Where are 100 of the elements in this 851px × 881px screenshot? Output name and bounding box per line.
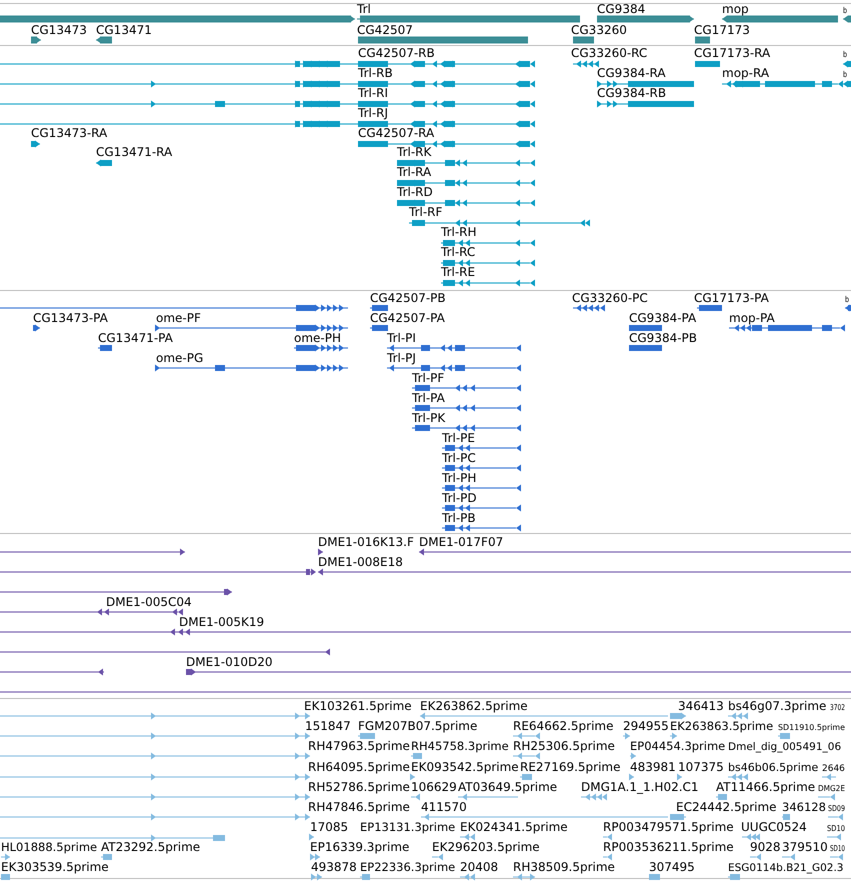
feature-label: Trl-PC	[442, 451, 476, 465]
feature-label: CG33260	[571, 23, 627, 37]
feature-label: 2646	[822, 764, 845, 774]
feature-label: Trl-RJ	[358, 106, 388, 120]
feature-label: DME1-016K13.F	[318, 535, 414, 549]
feature-label: CG17173-PA	[694, 291, 769, 305]
feature-label: HL01888.5prime	[1, 840, 98, 854]
feature-label: SD10	[827, 824, 848, 833]
feature-label: DMG2E	[818, 784, 848, 793]
feature-label: Dmel_dig_005491_06	[728, 741, 842, 753]
feature-label: CG13471-RA	[96, 145, 172, 159]
feature-label: CG13471-PA	[98, 331, 173, 345]
feature-label: b	[843, 6, 848, 15]
feature-label: RH52786.5prime	[308, 780, 410, 794]
feature-label: CG42507-PB	[370, 291, 446, 305]
feature-label: EK103261.5prime	[304, 699, 412, 713]
feature-label: Trl-RA	[397, 165, 432, 179]
feature-label: Trl-RH	[441, 225, 477, 239]
feature-label: AT11466.5prime	[716, 780, 816, 794]
feature-label: RH45758.3prime	[411, 739, 509, 753]
feature-label: EK263862.5prime	[420, 699, 528, 713]
feature-label: 493878	[311, 860, 357, 874]
feature-label: 307495	[649, 860, 695, 874]
feature-label: CG9384	[597, 2, 646, 16]
feature-label: Trl-PD	[442, 491, 477, 505]
feature-label: Trl-PF	[412, 371, 444, 385]
feature-label: Trl-PA	[412, 391, 445, 405]
feature-label: 483981	[630, 760, 676, 774]
feature-label: CG33260-PC	[572, 291, 648, 305]
feature-label: RH64095.5prime	[308, 760, 410, 774]
feature-label: CG42507-PA	[370, 311, 445, 325]
feature-label: DME1-005K19	[179, 615, 264, 629]
feature-label: EK303539.5prime	[1, 860, 109, 874]
feature-label: Trl-RD	[397, 185, 433, 199]
feature-label: AT03649.5prime	[458, 780, 558, 794]
feature-label: EP22336.3prime	[360, 860, 456, 874]
feature-label: CG9384-PA	[629, 311, 696, 325]
feature-label: b	[843, 50, 848, 59]
feature-label: b	[843, 70, 848, 79]
feature-label: 106629	[411, 780, 457, 794]
feature-label: EC24442.5prime	[676, 800, 777, 814]
feature-label: CG13473	[31, 23, 87, 37]
feature-label: RE27169.5prime	[520, 760, 620, 774]
feature-label: CG9384-PB	[629, 331, 698, 345]
feature-label: DME1-010D20	[186, 655, 273, 669]
feature-label: 17085	[310, 820, 348, 834]
feature-label: Trl-RK	[397, 145, 432, 159]
feature-label: RP003536211.5prime	[603, 840, 734, 854]
feature-label: bs46g07.3prime	[728, 699, 826, 713]
feature-label: Trl-PJ	[387, 351, 416, 365]
feature-label: ESG0114b.B21_G02.3	[728, 862, 844, 874]
feature-label: RH47963.5prime	[308, 739, 410, 753]
feature-label: Trl-RB	[358, 66, 393, 80]
feature-label: Trl-PE	[442, 431, 475, 445]
feature-label: EK296203.5prime	[432, 840, 540, 854]
feature-label: AT23292.5prime	[101, 840, 200, 854]
feature-label: SD11910.5prime	[778, 723, 846, 732]
feature-label: 20408	[460, 860, 498, 874]
feature-label: Trl	[357, 2, 371, 16]
feature-label: 411570	[421, 800, 467, 814]
feature-label: Trl-RC	[441, 245, 476, 259]
feature-label: CG9384-RB	[597, 86, 666, 100]
feature-label: CG17173	[694, 23, 750, 37]
feature-label: CG42507	[357, 23, 413, 37]
feature-label: CG42507-RB	[358, 46, 435, 60]
feature-label: ome-PH	[294, 331, 342, 345]
feature-label: 151847	[305, 719, 351, 733]
feature-label: EP13131.3prime	[360, 820, 456, 834]
feature-label: EK263863.5prime	[670, 719, 774, 733]
feature-label: bs46b06.5prime	[728, 761, 818, 774]
feature-label: CG13471	[96, 23, 152, 37]
feature-label: CG9384-RA	[597, 66, 666, 80]
feature-label: mop-PA	[729, 311, 775, 325]
feature-label: CG42507-RA	[358, 126, 434, 140]
feature-label: Trl-RF	[409, 205, 442, 219]
feature-label: RH38509.5prime	[513, 860, 615, 874]
feature-label: mop-RA	[722, 66, 770, 80]
feature-label: 346413	[678, 699, 724, 713]
feature-label: RE64662.5prime	[513, 719, 614, 733]
feature-label: RH25306.5prime	[513, 739, 615, 753]
feature-label: Trl-RI	[358, 86, 388, 100]
feature-label: CG13473-PA	[33, 311, 108, 325]
feature-label: EP04454.3prime	[630, 739, 726, 753]
feature-label: CG17173-RA	[694, 46, 770, 60]
feature-label: ome-PG	[156, 351, 204, 365]
feature-label: DME1-005C04	[106, 595, 192, 609]
feature-label: CG33260-RC	[571, 46, 648, 60]
feature-label: b	[845, 295, 850, 304]
feature-label: DMG1A.1_1.H02.C1	[581, 780, 699, 794]
feature-label: Trl-PB	[442, 511, 476, 525]
feature-label: RP003479571.5prime	[603, 820, 734, 834]
feature-label: 294955	[623, 719, 669, 733]
feature-label: 107375	[678, 760, 724, 774]
feature-label: 379510	[782, 840, 828, 854]
feature-label: FGM207B07.5prime	[358, 719, 478, 733]
feature-label: CG13473-RA	[31, 126, 108, 140]
feature-label: DME1-008E18	[318, 555, 403, 569]
feature-label: UUGC0524	[741, 820, 807, 834]
feature-label: Trl-PI	[387, 331, 416, 345]
feature-label: 9028	[750, 840, 781, 854]
